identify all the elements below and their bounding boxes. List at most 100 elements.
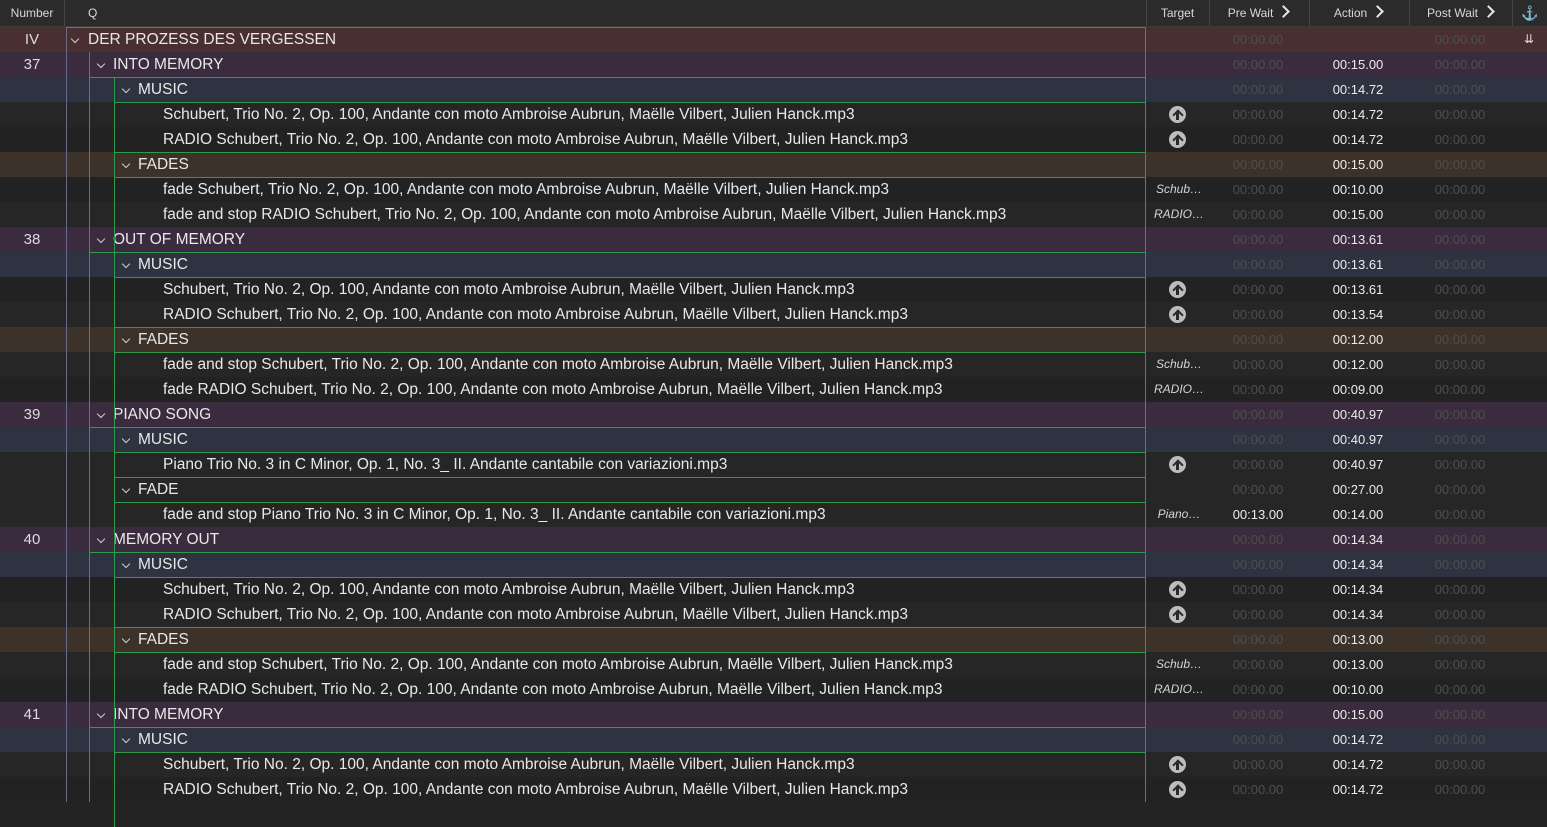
action-value[interactable]: 00:14.34 <box>1312 602 1404 627</box>
action-value[interactable]: 00:14.72 <box>1312 727 1404 752</box>
pre-wait-value[interactable]: 00:00.00 <box>1212 377 1304 402</box>
post-wait-value[interactable]: 00:00.00 <box>1412 27 1508 52</box>
action-value[interactable]: 00:14.72 <box>1312 777 1404 802</box>
cue-target[interactable]: Schub… <box>1148 652 1210 677</box>
anchor-icon[interactable]: ⚓ <box>1515 0 1545 26</box>
action-value[interactable]: 00:15.00 <box>1312 702 1404 727</box>
pre-wait-value[interactable]: 00:00.00 <box>1212 752 1304 777</box>
action-value[interactable]: 00:14.34 <box>1312 552 1404 577</box>
cue-target[interactable]: RADIO… <box>1148 677 1210 702</box>
pre-wait-value[interactable]: 00:00.00 <box>1212 352 1304 377</box>
group-cue-row[interactable]: MUSIC 00:00.00 00:14.72 00:00.00 <box>0 77 1547 102</box>
post-wait-value[interactable]: 00:00.00 <box>1412 277 1508 302</box>
chevron-down-icon[interactable] <box>96 234 106 244</box>
post-wait-value[interactable]: 00:00.00 <box>1412 777 1508 802</box>
pre-wait-value[interactable]: 00:00.00 <box>1212 252 1304 277</box>
pre-wait-value[interactable]: 00:00.00 <box>1212 702 1304 727</box>
group-cue-row[interactable]: MUSIC 00:00.00 00:14.72 00:00.00 <box>0 727 1547 752</box>
chevron-down-icon[interactable] <box>121 259 131 269</box>
action-value[interactable]: 00:13.54 <box>1312 302 1404 327</box>
action-value[interactable]: 00:14.00 <box>1312 502 1404 527</box>
post-wait-value[interactable]: 00:00.00 <box>1412 577 1508 602</box>
chevron-down-icon[interactable] <box>121 734 131 744</box>
column-divider[interactable] <box>1512 0 1513 26</box>
pre-wait-value[interactable]: 00:00.00 <box>1212 477 1304 502</box>
cue-row[interactable]: Piano Trio No. 3 in C Minor, Op. 1, No. … <box>0 452 1547 477</box>
post-wait-value[interactable]: 00:00.00 <box>1412 102 1508 127</box>
group-cue-row[interactable]: FADES 00:00.00 00:15.00 00:00.00 <box>0 152 1547 177</box>
action-value[interactable]: 00:13.61 <box>1312 252 1404 277</box>
pre-wait-value[interactable]: 00:00.00 <box>1212 52 1304 77</box>
post-wait-value[interactable]: 00:00.00 <box>1412 77 1508 102</box>
cue-row[interactable]: fade and stop Schubert, Trio No. 2, Op. … <box>0 652 1547 677</box>
cue-row[interactable]: RADIO Schubert, Trio No. 2, Op. 100, And… <box>0 602 1547 627</box>
group-cue-row[interactable]: MUSIC 00:00.00 00:40.97 00:00.00 <box>0 427 1547 452</box>
post-wait-value[interactable]: 00:00.00 <box>1412 602 1508 627</box>
pre-wait-value[interactable]: 00:00.00 <box>1212 127 1304 152</box>
pre-wait-value[interactable]: 00:00.00 <box>1212 277 1304 302</box>
chevron-down-icon[interactable] <box>121 334 131 344</box>
chevron-down-icon[interactable] <box>96 709 106 719</box>
action-value[interactable]: 00:14.34 <box>1312 577 1404 602</box>
chevron-down-icon[interactable] <box>121 84 131 94</box>
pre-wait-value[interactable]: 00:00.00 <box>1212 452 1304 477</box>
post-wait-value[interactable]: 00:00.00 <box>1412 177 1508 202</box>
action-value[interactable]: 00:40.97 <box>1312 427 1404 452</box>
action-value[interactable]: 00:10.00 <box>1312 177 1404 202</box>
pre-wait-value[interactable]: 00:00.00 <box>1212 577 1304 602</box>
cue-target[interactable]: Schub… <box>1148 352 1210 377</box>
post-wait-value[interactable]: 00:00.00 <box>1412 527 1508 552</box>
action-value[interactable]: 00:10.00 <box>1312 677 1404 702</box>
action-value[interactable]: 00:13.61 <box>1312 227 1404 252</box>
pre-wait-value[interactable]: 00:00.00 <box>1212 627 1304 652</box>
cue-row[interactable]: fade RADIO Schubert, Trio No. 2, Op. 100… <box>0 677 1547 702</box>
cue-row[interactable]: Schubert, Trio No. 2, Op. 100, Andante c… <box>0 752 1547 777</box>
action-value[interactable]: 00:14.72 <box>1312 77 1404 102</box>
group-cue-row[interactable]: FADE 00:00.00 00:27.00 00:00.00 <box>0 477 1547 502</box>
post-wait-value[interactable]: 00:00.00 <box>1412 627 1508 652</box>
chevron-down-icon[interactable] <box>121 159 131 169</box>
post-wait-value[interactable]: 00:00.00 <box>1412 752 1508 777</box>
post-wait-value[interactable]: 00:00.00 <box>1412 152 1508 177</box>
pre-wait-value[interactable]: 00:00.00 <box>1212 602 1304 627</box>
action-value[interactable]: 00:15.00 <box>1312 152 1404 177</box>
action-value[interactable]: 00:13.00 <box>1312 627 1404 652</box>
group-cue-row[interactable]: 37 INTO MEMORY 00:00.00 00:15.00 00:00.00 <box>0 52 1547 77</box>
action-value[interactable]: 00:12.00 <box>1312 327 1404 352</box>
pre-wait-value[interactable]: 00:00.00 <box>1212 227 1304 252</box>
post-wait-value[interactable]: 00:00.00 <box>1412 252 1508 277</box>
action-value[interactable]: 00:14.34 <box>1312 527 1404 552</box>
chevron-down-icon[interactable] <box>121 634 131 644</box>
cue-row[interactable]: RADIO Schubert, Trio No. 2, Op. 100, And… <box>0 127 1547 152</box>
post-wait-value[interactable]: 00:00.00 <box>1412 127 1508 152</box>
pre-wait-value[interactable]: 00:00.00 <box>1212 777 1304 802</box>
action-value[interactable]: 00:13.00 <box>1312 652 1404 677</box>
cue-row[interactable]: RADIO Schubert, Trio No. 2, Op. 100, And… <box>0 777 1547 802</box>
action-value[interactable]: 00:09.00 <box>1312 377 1404 402</box>
chevron-down-icon[interactable] <box>121 484 131 494</box>
audio-output-icon[interactable] <box>1169 756 1186 773</box>
group-cue-row[interactable]: FADES 00:00.00 00:12.00 00:00.00 <box>0 327 1547 352</box>
audio-output-icon[interactable] <box>1169 581 1186 598</box>
action-value[interactable]: 00:40.97 <box>1312 402 1404 427</box>
group-cue-row[interactable]: 40 MEMORY OUT 00:00.00 00:14.34 00:00.00 <box>0 527 1547 552</box>
action-value[interactable]: 00:13.61 <box>1312 277 1404 302</box>
column-header-number[interactable]: Number <box>0 0 64 26</box>
pre-wait-value[interactable]: 00:00.00 <box>1212 152 1304 177</box>
group-cue-row[interactable]: FADES 00:00.00 00:13.00 00:00.00 <box>0 627 1547 652</box>
pre-wait-value[interactable]: 00:13.00 <box>1212 502 1304 527</box>
pre-wait-value[interactable]: 00:00.00 <box>1212 77 1304 102</box>
audio-output-icon[interactable] <box>1169 131 1186 148</box>
action-value[interactable]: 00:15.00 <box>1312 52 1404 77</box>
cue-row[interactable]: fade RADIO Schubert, Trio No. 2, Op. 100… <box>0 377 1547 402</box>
cue-target[interactable]: Schub… <box>1148 177 1210 202</box>
group-cue-row[interactable]: 39 PIANO SONG 00:00.00 00:40.97 00:00.00 <box>0 402 1547 427</box>
cue-row[interactable]: fade and stop Piano Trio No. 3 in C Mino… <box>0 502 1547 527</box>
pre-wait-value[interactable]: 00:00.00 <box>1212 652 1304 677</box>
post-wait-value[interactable]: 00:00.00 <box>1412 377 1508 402</box>
audio-output-icon[interactable] <box>1169 306 1186 323</box>
pre-wait-value[interactable]: 00:00.00 <box>1212 727 1304 752</box>
post-wait-value[interactable]: 00:00.00 <box>1412 652 1508 677</box>
audio-output-icon[interactable] <box>1169 106 1186 123</box>
column-header-target[interactable]: Target <box>1147 0 1208 26</box>
